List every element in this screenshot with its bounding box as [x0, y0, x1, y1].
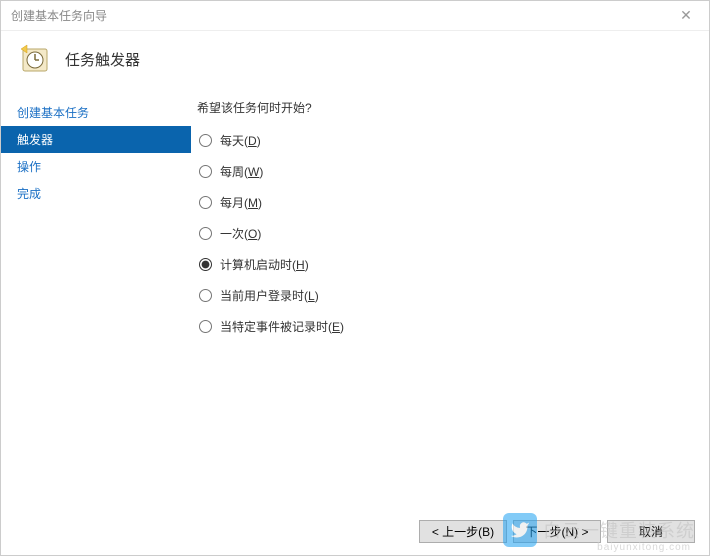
cancel-button[interactable]: 取消 [607, 520, 695, 543]
task-scheduler-icon [19, 43, 51, 75]
radio-label: 每天(D) [220, 132, 261, 149]
wizard-header: 任务触发器 [1, 31, 709, 93]
next-button[interactable]: 下一步(N) > [513, 520, 601, 543]
trigger-prompt: 希望该任务何时开始? [197, 99, 689, 116]
radio-label: 每月(M) [220, 194, 262, 211]
radio-weekly[interactable] [199, 165, 212, 178]
option-once[interactable]: 一次(O) [199, 225, 689, 242]
trigger-options: 每天(D) 每周(W) 每月(M) 一次(O) 计算机启动时(H) 当前用户登录… [197, 132, 689, 335]
radio-label: 一次(O) [220, 225, 261, 242]
back-button[interactable]: < 上一步(B) [419, 520, 507, 543]
radio-on-event[interactable] [199, 320, 212, 333]
option-daily[interactable]: 每天(D) [199, 132, 689, 149]
sidebar-item-create-task[interactable]: 创建基本任务 [1, 99, 191, 126]
sidebar-item-trigger[interactable]: 触发器 [1, 126, 191, 153]
page-heading: 任务触发器 [65, 49, 140, 70]
option-monthly[interactable]: 每月(M) [199, 194, 689, 211]
option-weekly[interactable]: 每周(W) [199, 163, 689, 180]
radio-at-startup[interactable] [199, 258, 212, 271]
main-panel: 希望该任务何时开始? 每天(D) 每周(W) 每月(M) 一次(O) 计算机启动… [191, 93, 709, 505]
radio-at-logon[interactable] [199, 289, 212, 302]
titlebar: 创建基本任务向导 ✕ [1, 1, 709, 31]
radio-label: 每周(W) [220, 163, 263, 180]
radio-daily[interactable] [199, 134, 212, 147]
option-at-startup[interactable]: 计算机启动时(H) [199, 256, 689, 273]
window-title: 创建基本任务向导 [11, 7, 107, 24]
sidebar-item-finish[interactable]: 完成 [1, 180, 191, 207]
option-on-event[interactable]: 当特定事件被记录时(E) [199, 318, 689, 335]
radio-once[interactable] [199, 227, 212, 240]
radio-label: 当特定事件被记录时(E) [220, 318, 344, 335]
watermark-sub: baiyunxitong.com [597, 542, 691, 553]
radio-label: 当前用户登录时(L) [220, 287, 319, 304]
option-at-logon[interactable]: 当前用户登录时(L) [199, 287, 689, 304]
radio-label: 计算机启动时(H) [220, 256, 309, 273]
radio-monthly[interactable] [199, 196, 212, 209]
close-button[interactable]: ✕ [671, 4, 701, 28]
wizard-steps-sidebar: 创建基本任务 触发器 操作 完成 [1, 93, 191, 505]
sidebar-item-action[interactable]: 操作 [1, 153, 191, 180]
close-icon: ✕ [680, 7, 692, 24]
